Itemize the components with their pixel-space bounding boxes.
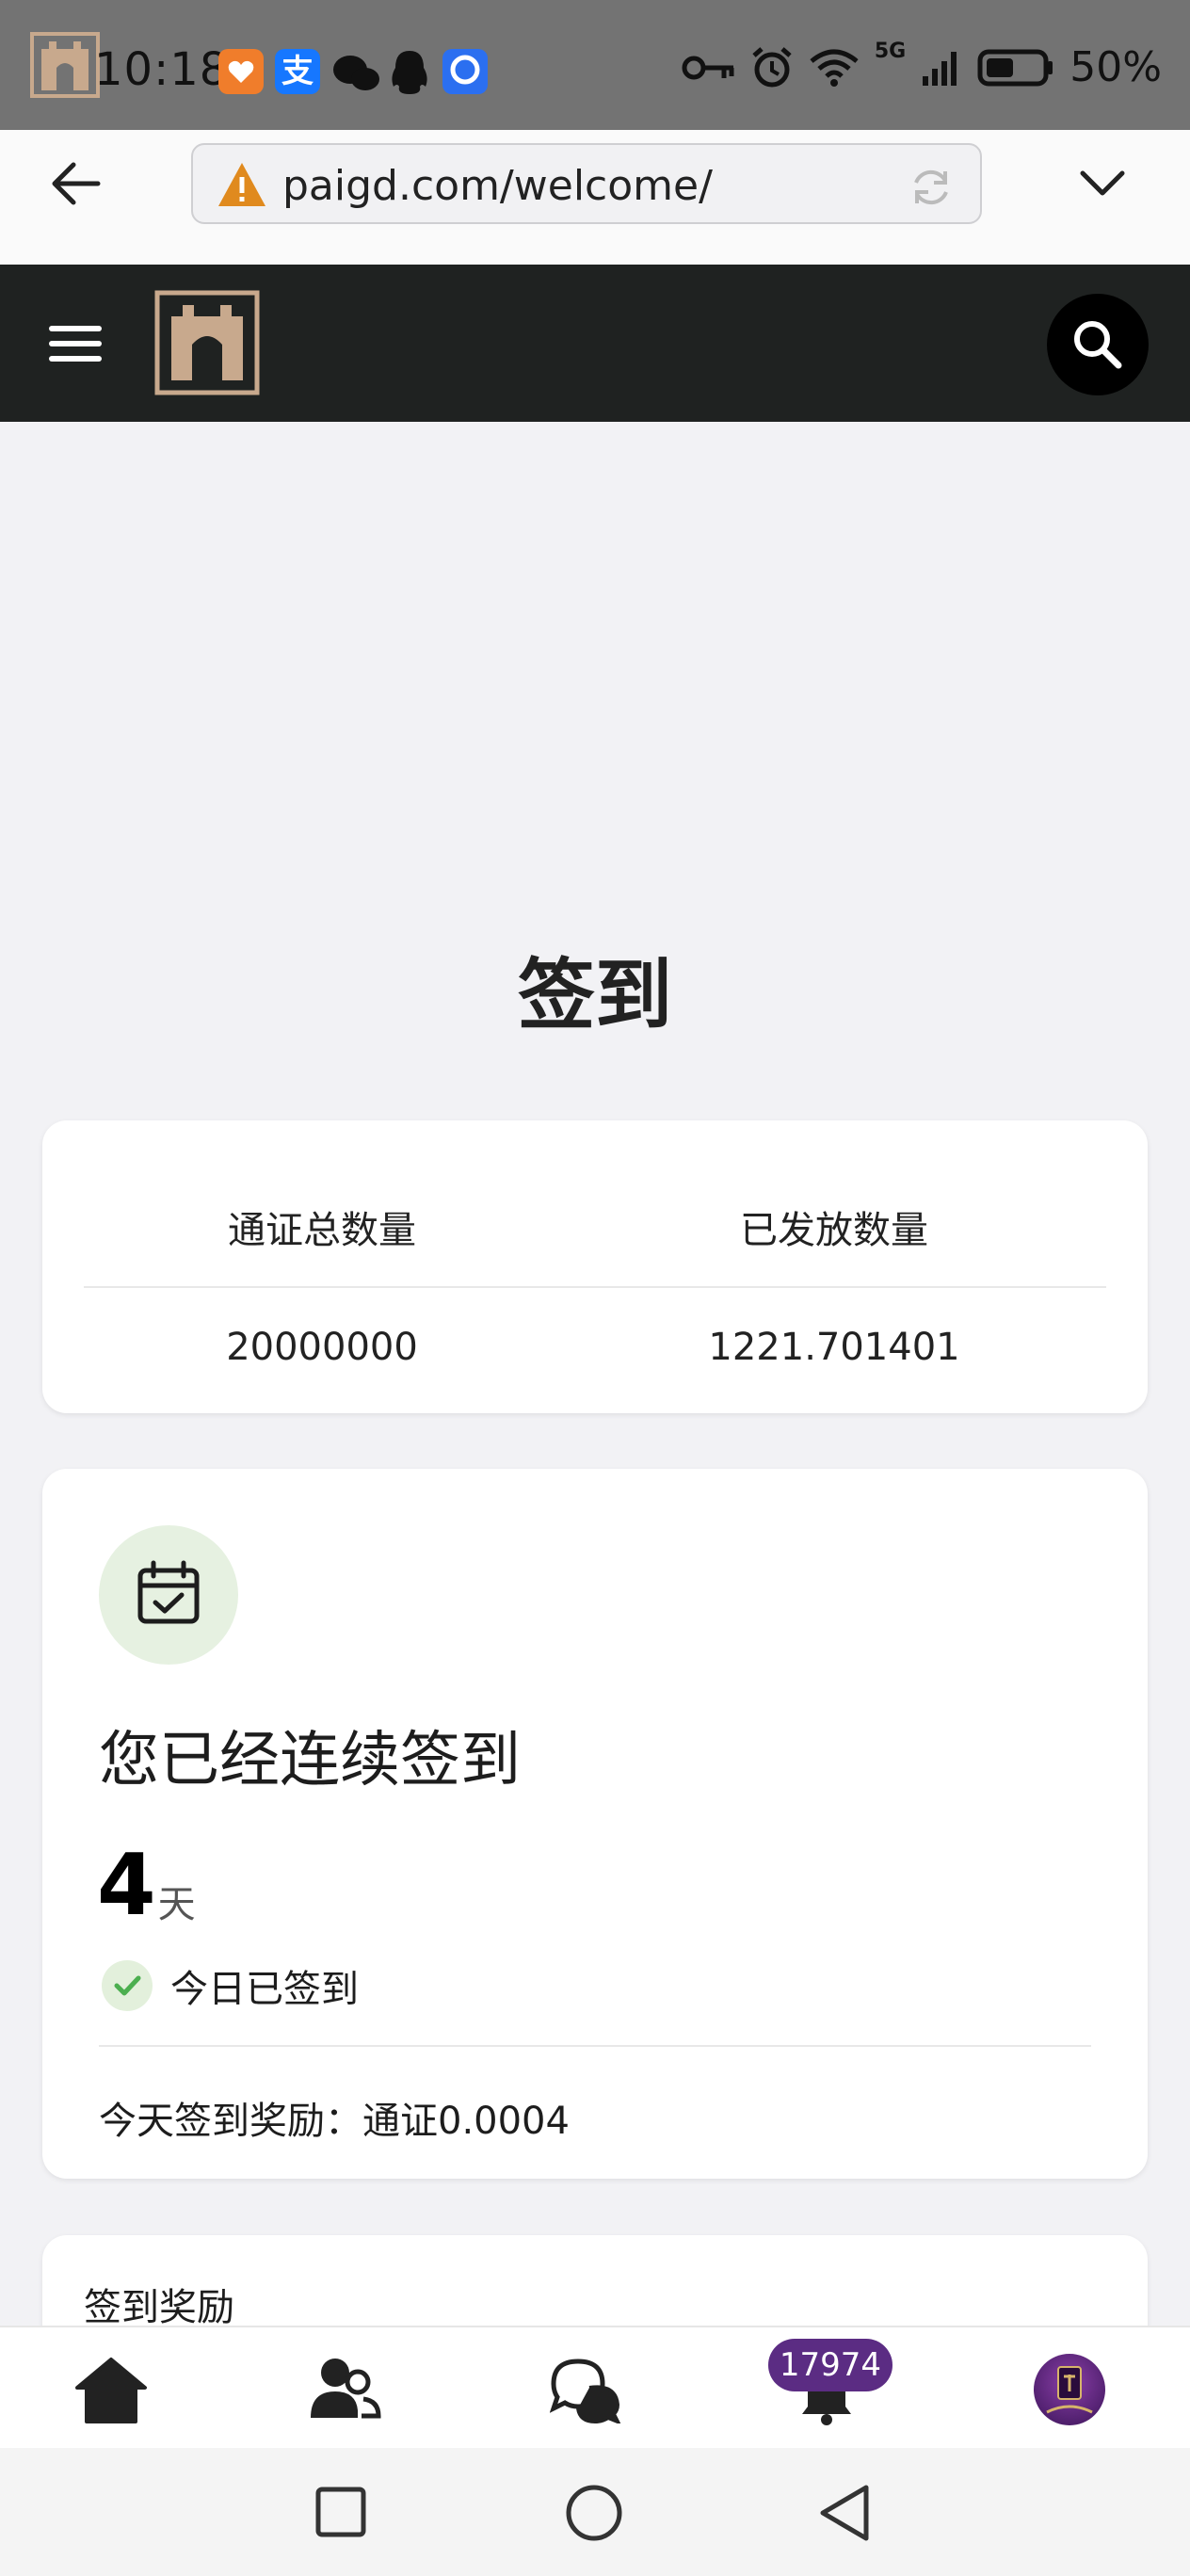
circle-icon <box>566 2485 622 2541</box>
divider <box>99 2045 1091 2047</box>
chat-icon <box>549 2359 622 2425</box>
search-button[interactable] <box>1047 294 1149 395</box>
castle-app-icon <box>30 32 100 98</box>
check-circle-icon <box>101 1959 153 2012</box>
signal-icon <box>923 51 957 86</box>
checked-in-status: 今日已签到 <box>101 1958 359 2013</box>
home-icon <box>75 2358 147 2423</box>
back-arrow-icon[interactable] <box>49 160 102 211</box>
streak-heading: 您已经连续签到 <box>99 1726 521 1795</box>
streak-days-unit: 天 <box>157 1883 196 1926</box>
reload-icon[interactable] <box>908 164 955 215</box>
system-nav-bar <box>0 2448 1190 2576</box>
url-text[interactable]: paigd.com/welcome/ <box>282 162 713 210</box>
status-bar: 10:18 支 5G 50% <box>0 0 1190 130</box>
today-reward-text: 今天签到奖励：通证0.0004 <box>99 2100 570 2143</box>
nav-profile-avatar[interactable] <box>1034 2354 1105 2425</box>
clock: 10:18 <box>94 43 230 96</box>
checkin-streak-card: 您已经连续签到 4 天 今日已签到 今天签到奖励：通证0.0004 <box>42 1469 1148 2179</box>
avatar <box>1046 2366 1093 2414</box>
streak-days-value: 4 <box>97 1836 156 1935</box>
network-type-label: 5G <box>874 40 907 63</box>
back-button[interactable] <box>817 2482 872 2548</box>
wechat-icon <box>331 53 380 98</box>
stats-value-total: 20000000 <box>226 1326 418 1369</box>
streak-days: 4 天 <box>97 1843 196 1928</box>
triangle-back-icon <box>820 2485 869 2541</box>
stats-header-issued: 已发放数量 <box>740 1209 928 1252</box>
wifi-icon <box>810 49 859 87</box>
home-button[interactable] <box>565 2484 623 2546</box>
stats-value-issued: 1221.701401 <box>708 1326 960 1369</box>
menu-icon[interactable] <box>49 324 102 367</box>
search-icon <box>1074 321 1122 369</box>
nav-home[interactable] <box>75 2356 147 2427</box>
users-icon <box>311 2359 381 2419</box>
chevron-down-icon[interactable] <box>1079 169 1126 201</box>
recents-button[interactable] <box>314 2486 367 2542</box>
calendar-check-icon <box>137 1560 200 1624</box>
browser-app-icon <box>442 49 488 94</box>
alipay-icon: 支 <box>275 49 320 94</box>
battery-icon <box>977 49 1053 86</box>
notification-badge: 17974 <box>768 2339 892 2391</box>
qq-icon <box>388 49 431 100</box>
alarm-icon <box>752 46 792 87</box>
rewards-section-title: 签到奖励 <box>84 2286 234 2329</box>
nav-friends[interactable] <box>309 2354 382 2427</box>
stats-header-total: 通证总数量 <box>228 1209 416 1252</box>
site-logo[interactable] <box>154 290 260 399</box>
bottom-nav: 17974 <box>0 2326 1190 2450</box>
square-icon <box>315 2487 366 2537</box>
warning-icon[interactable] <box>217 160 267 213</box>
calendar-icon-badge <box>99 1525 238 1665</box>
divider <box>84 1286 1106 1288</box>
token-stats-card: 通证总数量 已发放数量 20000000 1221.701401 <box>42 1120 1148 1413</box>
orange-app-icon <box>218 49 264 94</box>
battery-percent: 50% <box>1069 43 1162 91</box>
checked-in-status-text: 今日已签到 <box>170 1968 359 2011</box>
page-title: 签到 <box>517 951 672 1040</box>
key-icon <box>682 56 734 79</box>
nav-chat[interactable] <box>549 2356 622 2427</box>
